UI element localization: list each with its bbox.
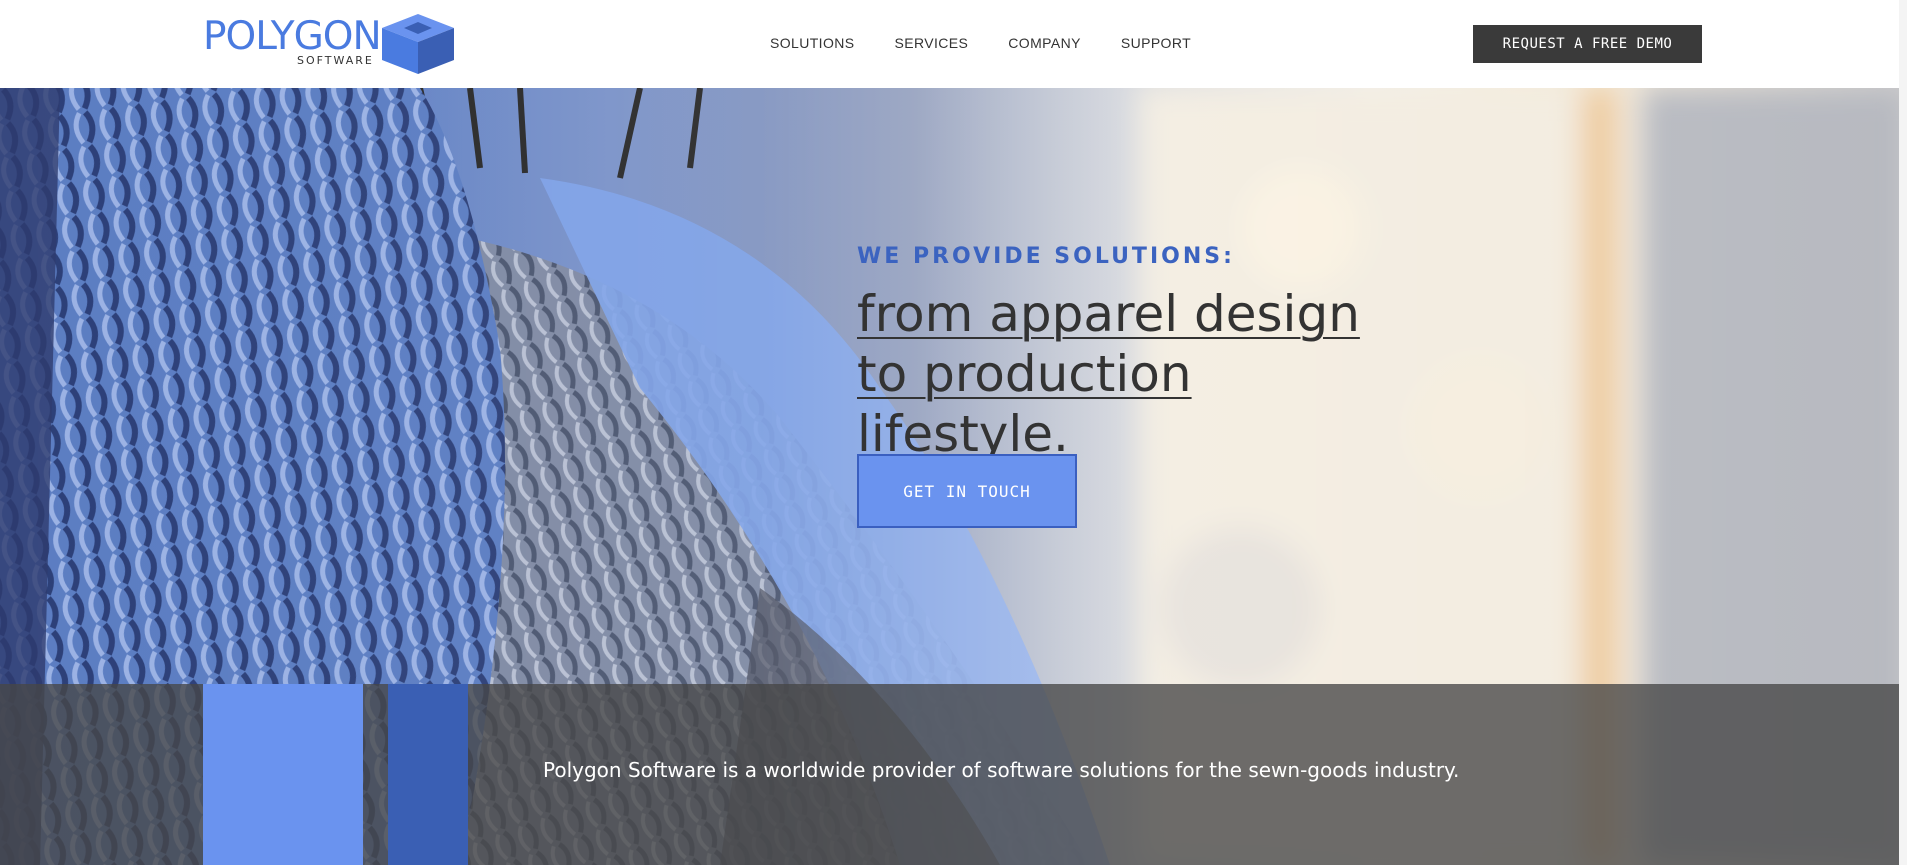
main-nav: SOLUTIONS SERVICES COMPANY SUPPORT — [770, 35, 1191, 51]
intro-band: Polygon Software is a worldwide provider… — [0, 684, 1907, 865]
nav-company[interactable]: COMPANY — [1008, 35, 1081, 51]
logo-wordmark: POLYGON — [203, 14, 382, 59]
get-in-touch-button[interactable]: GET IN TOUCH — [857, 454, 1077, 528]
light-blue-block — [203, 684, 363, 865]
page-scrollbar[interactable] — [1899, 0, 1907, 865]
dark-blue-block — [388, 684, 468, 865]
hero-eyebrow: WE PROVIDE SOLUTIONS: — [857, 244, 1235, 269]
nav-services[interactable]: SERVICES — [895, 35, 969, 51]
site-header: POLYGON SOFTWARE SOLUTIONS SERVICES COMP… — [0, 0, 1907, 88]
hero-headline[interactable]: from apparel design to production lifest… — [857, 284, 1417, 464]
polygon-software-logo[interactable]: POLYGON SOFTWARE — [203, 14, 455, 74]
cube-icon — [382, 14, 454, 74]
intro-text: Polygon Software is a worldwide provider… — [543, 758, 1460, 782]
logo-subtitle: SOFTWARE — [297, 54, 374, 67]
nav-support[interactable]: SUPPORT — [1121, 35, 1191, 51]
nav-solutions[interactable]: SOLUTIONS — [770, 35, 855, 51]
request-demo-button[interactable]: REQUEST A FREE DEMO — [1473, 25, 1702, 63]
